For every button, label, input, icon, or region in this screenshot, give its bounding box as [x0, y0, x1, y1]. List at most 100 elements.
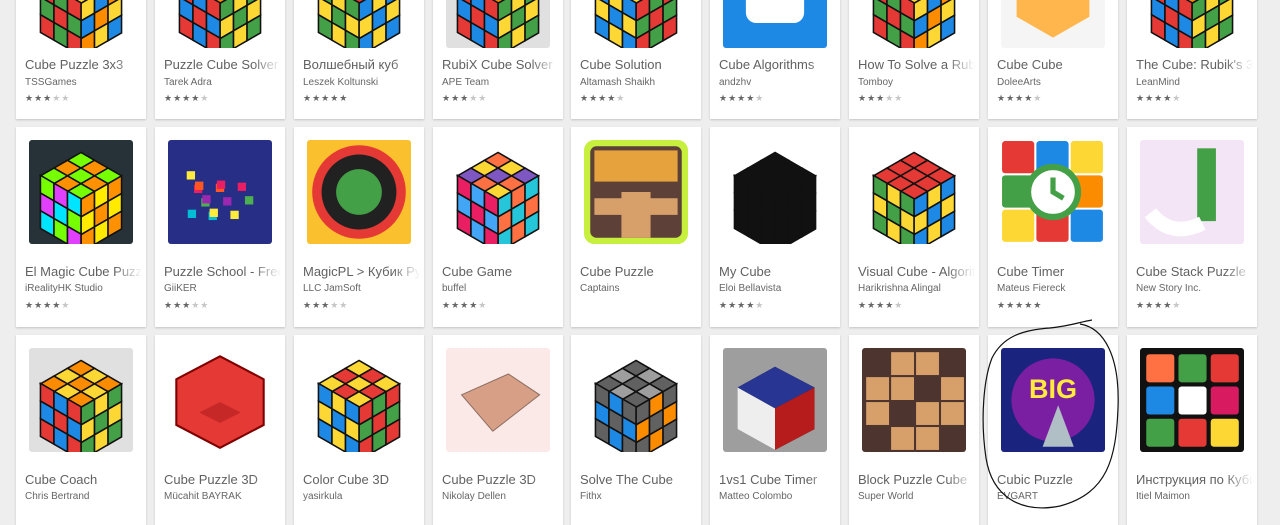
- rubiks-cube-icon[interactable]: [862, 140, 966, 244]
- gray-cube-icon[interactable]: [584, 348, 688, 452]
- app-card[interactable]: Волшебный куб Leszek Koltunski ★★★★★: [294, 0, 424, 119]
- app-title[interactable]: Волшебный куб: [303, 57, 420, 72]
- app-developer[interactable]: Tarek Adra: [164, 77, 279, 88]
- app-title[interactable]: Block Puzzle Cube: [858, 472, 975, 487]
- app-card[interactable]: Cube Puzzle 3D Nikolay Dellen: [433, 335, 563, 525]
- app-developer[interactable]: Captains: [580, 283, 695, 294]
- app-card[interactable]: El Magic Cube Puzzle iRealityHK Studio ★★★…: [16, 127, 146, 327]
- app-title[interactable]: Cube Timer: [997, 264, 1114, 279]
- app-card[interactable]: Cube Puzzle Captains: [571, 127, 701, 327]
- app-title[interactable]: RubiX Cube Solver: [442, 57, 559, 72]
- app-card[interactable]: Visual Cube - Algorithms Harikrishna Alin…: [849, 127, 979, 327]
- app-card[interactable]: How To Solve a Rubik's Cube Tomboy ★★★★★: [849, 0, 979, 119]
- app-title[interactable]: Cube Puzzle 3D: [442, 472, 559, 487]
- app-card[interactable]: RubiX Cube Solver APE Team ★★★★★: [433, 0, 563, 119]
- app-developer[interactable]: LeanMind: [1136, 77, 1251, 88]
- neon-cube-icon[interactable]: [29, 140, 133, 244]
- app-card[interactable]: Color Cube 3D yasirkula: [294, 335, 424, 525]
- app-title[interactable]: Cube Coach: [25, 472, 142, 487]
- app-developer[interactable]: Chris Bertrand: [25, 491, 140, 502]
- app-card[interactable]: Инструкция по Кубику Рубика Itiel Maimon: [1127, 335, 1257, 525]
- app-title[interactable]: Cubic Puzzle: [997, 472, 1114, 487]
- app-title[interactable]: MagicPL > Кубик Рубика: [303, 264, 420, 279]
- app-card[interactable]: MagicPL > Кубик Рубика LLC JamSoft ★★★★★: [294, 127, 424, 327]
- app-developer[interactable]: Mateus Fiereck: [997, 283, 1112, 294]
- app-title[interactable]: How To Solve a Rubik's Cube: [858, 57, 975, 72]
- app-card[interactable]: Solve The Cube Fithx: [571, 335, 701, 525]
- algorithm-app-icon[interactable]: [723, 0, 827, 48]
- app-title[interactable]: Cube Puzzle: [580, 264, 697, 279]
- block-puzzle-icon[interactable]: [862, 348, 966, 452]
- app-developer[interactable]: andzhv: [719, 77, 834, 88]
- app-developer[interactable]: iRealityHK Studio: [25, 283, 140, 294]
- wood-cube-puzzle-icon[interactable]: [584, 140, 688, 244]
- app-title[interactable]: My Cube: [719, 264, 836, 279]
- app-developer[interactable]: Leszek Koltunski: [303, 77, 418, 88]
- app-card[interactable]: Cube Game buffel ★★★★★: [433, 127, 563, 327]
- app-title[interactable]: Cube Stack Puzzle: [1136, 264, 1253, 279]
- app-developer[interactable]: APE Team: [442, 77, 557, 88]
- wood-3d-puzzle-icon[interactable]: [446, 348, 550, 452]
- app-card[interactable]: Cube Solution Altamash Shaikh ★★★★★: [571, 0, 701, 119]
- app-title[interactable]: El Magic Cube Puzzle: [25, 264, 142, 279]
- app-developer[interactable]: Harikrishna Alingal: [858, 283, 973, 294]
- app-title[interactable]: Color Cube 3D: [303, 472, 420, 487]
- magicpl-icon[interactable]: [307, 140, 411, 244]
- app-title[interactable]: The Cube: Rubik's 3D: [1136, 57, 1253, 72]
- app-card[interactable]: Puzzle School - Free GiiKER ★★★★★: [155, 127, 285, 327]
- app-title[interactable]: Puzzle School - Free: [164, 264, 281, 279]
- black-cube-icon[interactable]: [723, 140, 827, 244]
- cube-game-icon[interactable]: [446, 140, 550, 244]
- app-card[interactable]: The Cube: Rubik's 3D LeanMind ★★★★★: [1127, 0, 1257, 119]
- app-developer[interactable]: Altamash Shaikh: [580, 77, 695, 88]
- app-card[interactable]: 1vs1 Cube Timer Matteo Colombo: [710, 335, 840, 525]
- rubiks-cube-icon[interactable]: [307, 0, 411, 48]
- app-title[interactable]: Инструкция по Кубику Рубика: [1136, 472, 1253, 487]
- rubiks-cube-icon[interactable]: [168, 0, 272, 48]
- rubiks-cube-icon[interactable]: [29, 348, 133, 452]
- app-developer[interactable]: DoleeArts: [997, 77, 1112, 88]
- app-title[interactable]: Cube Puzzle 3D: [164, 472, 281, 487]
- app-title[interactable]: Puzzle Cube Solver: [164, 57, 281, 72]
- app-card[interactable]: Block Puzzle Cube Super World: [849, 335, 979, 525]
- app-developer[interactable]: LLC JamSoft: [303, 283, 418, 294]
- app-card[interactable]: Cube Cube DoleeArts ★★★★★: [988, 0, 1118, 119]
- app-developer[interactable]: EVGART: [997, 491, 1112, 502]
- orange-cube-icon[interactable]: [1001, 0, 1105, 48]
- app-developer[interactable]: Mücahit BAYRAK: [164, 491, 279, 502]
- app-card[interactable]: My Cube Eloi Bellavista ★★★★★: [710, 127, 840, 327]
- app-developer[interactable]: Fithx: [580, 491, 695, 502]
- app-card[interactable]: Cube Timer Mateus Fiereck ★★★★★: [988, 127, 1118, 327]
- app-developer[interactable]: GiiKER: [164, 283, 279, 294]
- app-developer[interactable]: buffel: [442, 283, 557, 294]
- app-developer[interactable]: yasirkula: [303, 491, 418, 502]
- app-title[interactable]: Cube Game: [442, 264, 559, 279]
- app-card[interactable]: Puzzle Cube Solver Tarek Adra ★★★★★: [155, 0, 285, 119]
- app-title[interactable]: Cube Algorithms: [719, 57, 836, 72]
- versus-cube-icon[interactable]: [723, 348, 827, 452]
- rubiks-cube-icon[interactable]: [1140, 0, 1244, 48]
- rubiks-cube-icon[interactable]: [307, 348, 411, 452]
- app-title[interactable]: Solve The Cube: [580, 472, 697, 487]
- app-developer[interactable]: Super World: [858, 491, 973, 502]
- app-card[interactable]: Cube Puzzle 3x3 TSSGames ★★★★★: [16, 0, 146, 119]
- rubiks-cube-icon[interactable]: [29, 0, 133, 48]
- app-developer[interactable]: Matteo Colombo: [719, 491, 834, 502]
- rubiks-cube-icon[interactable]: [862, 0, 966, 48]
- app-title[interactable]: 1vs1 Cube Timer: [719, 472, 836, 487]
- app-developer[interactable]: Nikolay Dellen: [442, 491, 557, 502]
- app-developer[interactable]: Itiel Maimon: [1136, 491, 1251, 502]
- red-3d-cube-icon[interactable]: [168, 348, 272, 452]
- app-title[interactable]: Cube Cube: [997, 57, 1114, 72]
- rubiks-cube-icon[interactable]: [584, 0, 688, 48]
- app-card[interactable]: BIG Cubic Puzzle EVGART: [988, 335, 1118, 525]
- puzzle-school-icon[interactable]: [168, 140, 272, 244]
- app-developer[interactable]: Tomboy: [858, 77, 973, 88]
- app-title[interactable]: Cube Puzzle 3x3: [25, 57, 142, 72]
- app-card[interactable]: Cube Puzzle 3D Mücahit BAYRAK: [155, 335, 285, 525]
- app-title[interactable]: Visual Cube - Algorithms: [858, 264, 975, 279]
- color-grid-icon[interactable]: [1140, 348, 1244, 452]
- app-developer[interactable]: New Story Inc.: [1136, 283, 1251, 294]
- app-title[interactable]: Cube Solution: [580, 57, 697, 72]
- app-card[interactable]: Cube Coach Chris Bertrand: [16, 335, 146, 525]
